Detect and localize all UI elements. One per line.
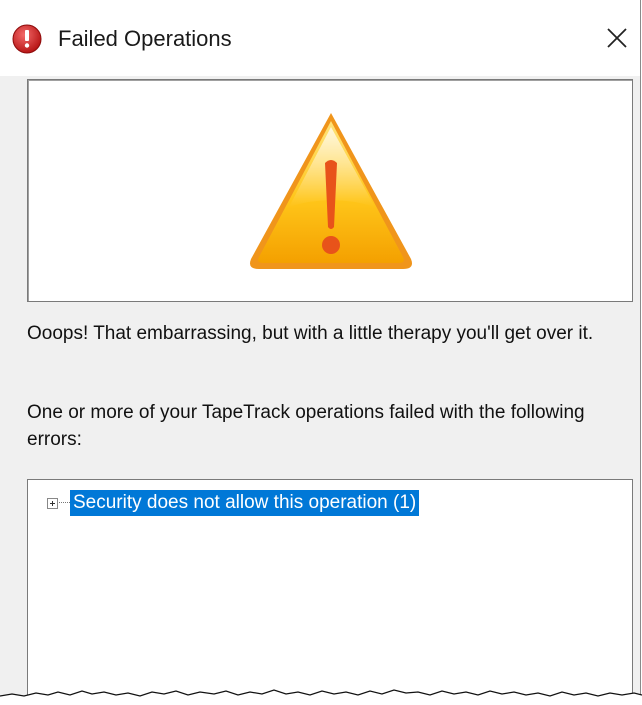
- warning-icon: [250, 113, 412, 269]
- error-icon: [12, 24, 42, 54]
- close-icon: [607, 28, 627, 48]
- tree-connector: [59, 502, 70, 504]
- failed-operations-dialog: Failed Operations Ooops! That embarrassi…: [0, 0, 642, 705]
- torn-edge: [0, 689, 642, 705]
- tree-item[interactable]: Security does not allow this operation (…: [47, 490, 420, 516]
- warning-banner: [27, 79, 633, 302]
- window-title: Failed Operations: [58, 26, 232, 51]
- apology-message: Ooops! That embarrassing, but with a lit…: [27, 323, 594, 344]
- errors-intro-message: One or more of your TapeTrack operations…: [27, 402, 585, 450]
- tree-item-label[interactable]: Security does not allow this operation (…: [70, 490, 420, 516]
- title-bar[interactable]: Failed Operations: [0, 0, 640, 76]
- expand-plus-icon[interactable]: [47, 497, 58, 509]
- error-tree[interactable]: Security does not allow this operation (…: [27, 479, 633, 705]
- close-button[interactable]: [594, 8, 640, 68]
